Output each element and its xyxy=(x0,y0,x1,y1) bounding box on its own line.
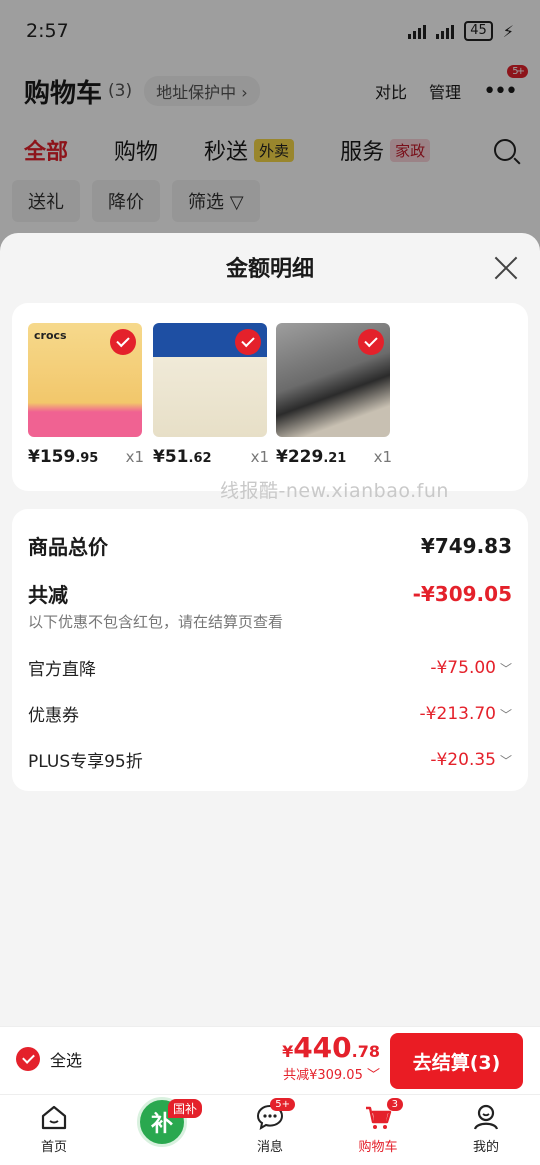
chevron-down-icon: ﹀ xyxy=(366,1068,380,1083)
discount-item-amount: -¥213.70 xyxy=(419,703,496,724)
total-price-label: 商品总价 xyxy=(28,535,108,559)
discount-item-row[interactable]: 优惠券 -¥213.70 ﹀ xyxy=(28,701,512,727)
discount-total-value: -¥309.05 xyxy=(412,581,512,606)
bottom-tab-bar: 首页 补 国补 5+ 消息 3 购物车 我的 xyxy=(0,1094,540,1165)
message-icon: 5+ xyxy=(255,1098,295,1132)
overlay-scrim[interactable] xyxy=(0,0,540,260)
discount-item-amount: -¥75.00 xyxy=(430,657,496,678)
tab-messages-label: 消息 xyxy=(256,1140,283,1155)
checkout-saved: 共减¥309.05 ﹀ xyxy=(282,1064,380,1083)
tab-cart[interactable]: 3 购物车 xyxy=(324,1095,432,1165)
home-icon xyxy=(41,1105,67,1130)
chevron-down-icon: ﹀ xyxy=(499,661,512,676)
product-image xyxy=(153,323,267,437)
discount-item-value: -¥213.70 ﹀ xyxy=(420,704,512,724)
checkout-button[interactable]: 去结算(3) xyxy=(390,1033,523,1089)
selected-check-icon[interactable] xyxy=(358,329,384,355)
checkout-saved-label: 共减¥309.05 xyxy=(283,1068,363,1083)
product-price: ¥51.62 xyxy=(153,447,212,467)
product-image xyxy=(276,323,390,437)
sheet-title: 金额明细 xyxy=(225,257,314,282)
cart-icon: 3 xyxy=(363,1098,403,1132)
tab-messages[interactable]: 5+ 消息 xyxy=(216,1095,324,1165)
product-image: crocs xyxy=(28,323,142,437)
product-price-int: ¥229 xyxy=(276,447,324,467)
product-qty: x1 xyxy=(125,448,144,466)
product-price: ¥159.95 xyxy=(28,447,98,467)
checkout-currency: ¥ xyxy=(282,1042,294,1061)
product-qty: x1 xyxy=(250,448,269,466)
discount-total-label: 共减 xyxy=(28,583,68,607)
product-price-dec: .95 xyxy=(75,451,99,466)
discount-item-value: -¥75.00 ﹀ xyxy=(430,658,512,678)
product-price-dec: .62 xyxy=(188,451,212,466)
discount-item-label: 优惠券 xyxy=(28,706,79,726)
discount-item-row[interactable]: 官方直降 -¥75.00 ﹀ xyxy=(28,655,512,681)
select-all-check-icon xyxy=(16,1047,40,1071)
user-icon xyxy=(473,1104,499,1130)
selected-check-icon[interactable] xyxy=(235,329,261,355)
discount-item-row[interactable]: PLUS专享95折 -¥20.35 ﹀ xyxy=(28,747,512,773)
checkout-bar: 全选 ¥440.78 共减¥309.05 ﹀ 去结算(3) xyxy=(0,1026,540,1094)
discount-item-value: -¥20.35 ﹀ xyxy=(430,750,512,770)
discount-item-amount: -¥20.35 xyxy=(430,749,496,770)
tab-me[interactable]: 我的 xyxy=(432,1095,540,1165)
checkout-total[interactable]: ¥440.78 共减¥309.05 ﹀ xyxy=(282,1031,380,1083)
product-brand-label: crocs xyxy=(34,329,67,342)
product-item[interactable]: ¥51.62 x1 xyxy=(153,323,269,467)
discount-item-label: 官方直降 xyxy=(28,660,96,680)
product-qty: x1 xyxy=(373,448,392,466)
close-icon[interactable] xyxy=(494,255,518,279)
checkout-total-dec: .78 xyxy=(351,1042,380,1061)
tab-home-label: 首页 xyxy=(40,1140,67,1155)
tab-me-label: 我的 xyxy=(472,1140,499,1155)
messages-badge: 5+ xyxy=(270,1098,295,1111)
checkout-total-int: 440 xyxy=(293,1031,352,1064)
select-all-label: 全选 xyxy=(50,1051,83,1070)
chevron-down-icon: ﹀ xyxy=(499,753,512,768)
discount-item-label: PLUS专享95折 xyxy=(28,752,143,772)
watermark: 线报酷-new.xianbao.fun xyxy=(220,480,449,502)
checkout-total-price: ¥440.78 xyxy=(282,1031,380,1064)
selected-check-icon[interactable] xyxy=(110,329,136,355)
select-all-toggle[interactable]: 全选 xyxy=(16,1047,82,1071)
tab-cart-label: 购物车 xyxy=(358,1140,398,1155)
product-item[interactable]: crocs ¥159.95 x1 xyxy=(28,323,144,467)
products-card: crocs ¥159.95 x1 ¥51.62 x1 ¥229.21 x1 xyxy=(12,303,528,491)
tab-home[interactable]: 首页 xyxy=(0,1095,108,1165)
total-price-value: ¥749.83 xyxy=(420,533,512,558)
chevron-down-icon: ﹀ xyxy=(499,707,512,722)
product-price: ¥229.21 xyxy=(276,447,346,467)
discount-note: 以下优惠不包含红包，请在结算页查看 xyxy=(28,613,284,631)
product-price-dec: .21 xyxy=(323,451,347,466)
subsidy-tag: 国补 xyxy=(168,1099,203,1118)
cart-badge: 3 xyxy=(386,1098,403,1111)
price-detail-card: 商品总价 ¥749.83 共减 -¥309.05 以下优惠不包含红包，请在结算页… xyxy=(12,509,528,791)
product-price-int: ¥51 xyxy=(153,447,189,467)
discount-total-row: 共减 -¥309.05 xyxy=(28,579,512,608)
product-item[interactable]: ¥229.21 x1 xyxy=(276,323,392,467)
total-price-row: 商品总价 ¥749.83 xyxy=(28,531,512,560)
product-price-int: ¥159 xyxy=(28,447,76,467)
tab-subsidy[interactable]: 补 国补 xyxy=(108,1095,216,1165)
